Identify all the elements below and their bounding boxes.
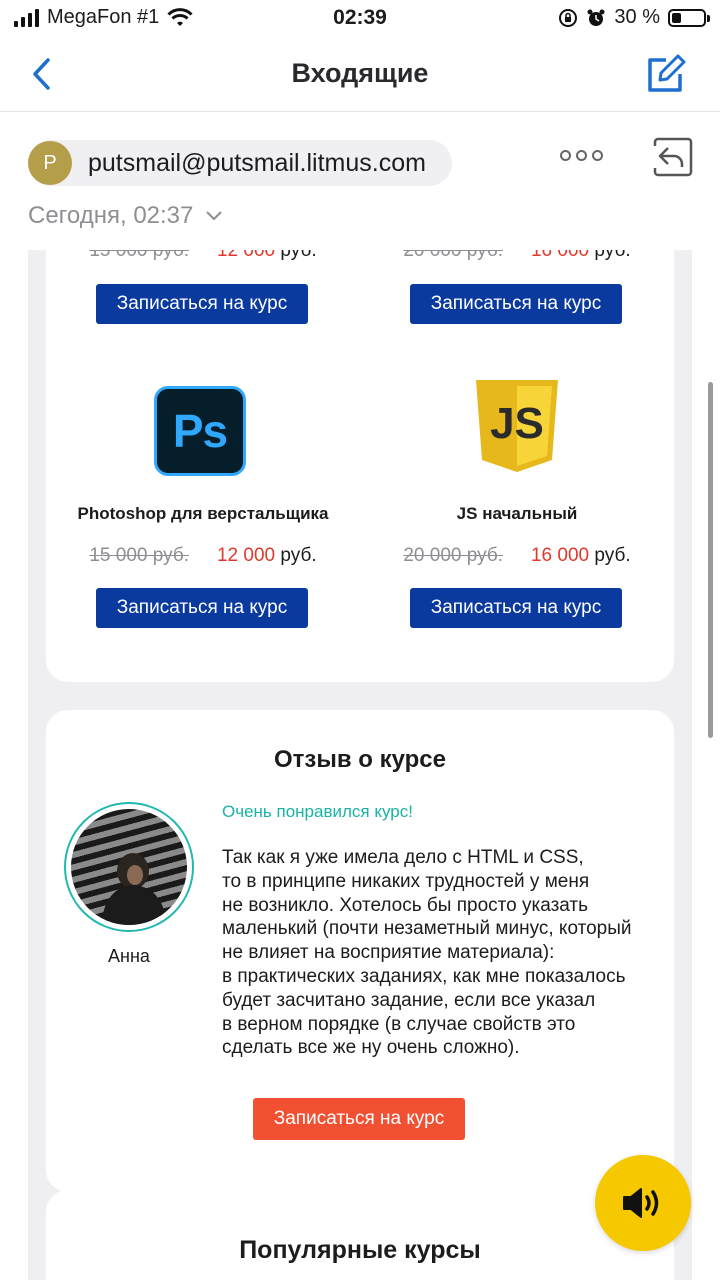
sender-chip[interactable]: P putsmail@putsmail.litmus.com: [28, 140, 452, 186]
old-price: 15 000 руб.: [89, 250, 189, 261]
page-title: Входящие: [291, 58, 429, 88]
photoshop-logo-icon: Ps: [154, 386, 246, 476]
status-bar: MegaFon #1 02:39 30 %: [0, 0, 720, 38]
courses-card: 15 000 руб. 12 000 руб. Записаться на ку…: [46, 250, 674, 682]
sender-avatar: P: [28, 141, 72, 185]
course-price-row: 20 000 руб. 16 000 руб.: [360, 250, 674, 262]
battery-level: [672, 12, 681, 23]
email-body[interactable]: 15 000 руб. 12 000 руб. Записаться на ку…: [28, 250, 692, 1280]
sender-email: putsmail@putsmail.litmus.com: [88, 148, 426, 177]
scrollbar[interactable]: [708, 382, 713, 738]
review-headline: Очень понравился курс!: [222, 802, 413, 821]
email-date[interactable]: Сегодня, 02:37: [28, 202, 224, 230]
old-price: 15 000 руб.: [89, 545, 189, 566]
new-price: 12 000 руб.: [216, 545, 317, 566]
enroll-button[interactable]: Записаться на курс: [96, 588, 308, 628]
alarm-icon: [587, 9, 605, 26]
enroll-button[interactable]: Записаться на курс: [410, 284, 622, 324]
status-right: 30 %: [558, 6, 710, 29]
date-text: Сегодня, 02:37: [28, 202, 194, 229]
battery-percent: 30 %: [614, 6, 660, 28]
enroll-button[interactable]: Записаться на курс: [96, 284, 308, 324]
section-title: Популярные курсы: [239, 1236, 481, 1264]
compose-icon[interactable]: [644, 50, 690, 96]
course-price-row: 20 000 руб. 16 000 руб.: [360, 545, 674, 567]
reviewer-name: Анна: [108, 946, 150, 966]
read-aloud-button[interactable]: [595, 1155, 691, 1251]
speaker-icon: [623, 1188, 659, 1218]
review-title: Отзыв о курсе: [274, 746, 446, 773]
reviewer-avatar: [64, 802, 194, 932]
new-price: 16 000 руб.: [530, 545, 631, 566]
course-price-row: 15 000 руб. 12 000 руб.: [46, 545, 360, 567]
new-price: 16 000 руб.: [530, 250, 631, 261]
nav-bar: Входящие: [0, 38, 720, 112]
review-text: Так как я уже имела дело с HTML и CSS, т…: [222, 847, 632, 1059]
old-price: 20 000 руб.: [403, 250, 503, 261]
old-price: 20 000 руб.: [403, 545, 503, 566]
orientation-lock-icon: [559, 8, 578, 27]
javascript-logo-icon: JS: [476, 380, 558, 472]
new-price: 12 000 руб.: [216, 250, 317, 261]
more-options-icon[interactable]: [560, 150, 603, 161]
enroll-button[interactable]: Записаться на курс: [410, 588, 622, 628]
battery-icon: [668, 8, 710, 27]
review-card: Отзыв о курсе Анна Очень понравился курс…: [46, 710, 674, 1192]
reply-icon[interactable]: [652, 136, 694, 178]
popular-courses-card: Популярные курсы: [46, 1190, 674, 1280]
course-title: Photoshop для верстальщика: [77, 504, 329, 523]
svg-text:JS: JS: [490, 399, 544, 448]
chevron-down-icon: [206, 211, 222, 221]
course-title: JS начальный: [456, 504, 578, 523]
course-price-row: 15 000 руб. 12 000 руб.: [46, 250, 360, 262]
enroll-button[interactable]: Записаться на курс: [253, 1098, 465, 1140]
